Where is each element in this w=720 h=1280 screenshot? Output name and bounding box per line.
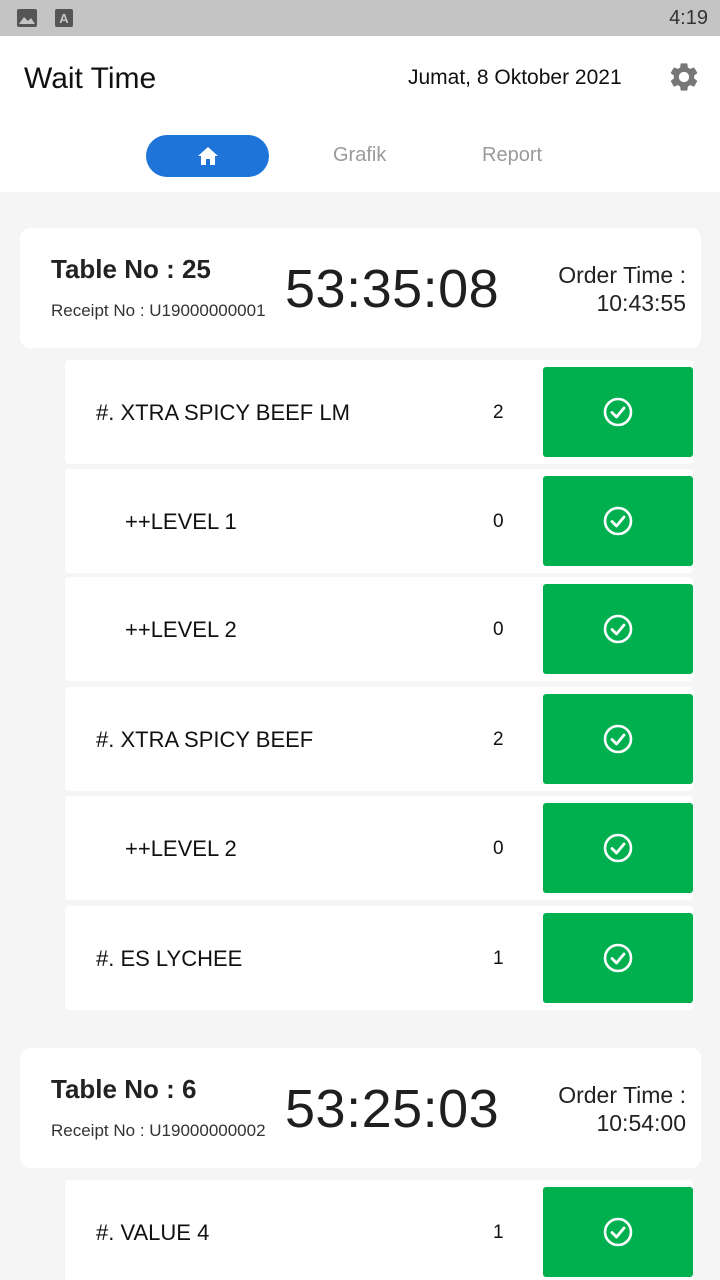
order-item-row: ++LEVEL 2 0	[65, 796, 693, 900]
page-title: Wait Time	[24, 62, 157, 95]
item-quantity: 0	[493, 619, 504, 640]
item-name: #. ES LYCHEE	[96, 946, 243, 971]
check-circle-icon	[603, 506, 633, 536]
order-time-label: Order Time :	[558, 1082, 686, 1108]
mark-done-button[interactable]	[543, 694, 693, 784]
mark-done-button[interactable]	[543, 584, 693, 674]
image-icon	[17, 9, 37, 27]
item-name: #. VALUE 4	[96, 1220, 210, 1245]
gear-icon[interactable]	[667, 60, 701, 94]
wait-timer: 53:25:03	[285, 1079, 500, 1139]
check-circle-icon	[603, 724, 633, 754]
order-item-row: ++LEVEL 2 0	[65, 577, 693, 681]
item-quantity: 2	[493, 729, 504, 750]
order-time-value: 10:54:00	[596, 1110, 686, 1136]
receipt-number: Receipt No : U19000000001	[51, 301, 266, 320]
tab-home[interactable]	[146, 135, 269, 177]
receipt-number: Receipt No : U19000000002	[51, 1121, 266, 1140]
mark-done-button[interactable]	[543, 367, 693, 457]
mark-done-button[interactable]	[543, 913, 693, 1003]
tab-grafik[interactable]: Grafik	[333, 144, 386, 167]
wait-timer: 53:35:08	[285, 259, 500, 319]
home-icon	[197, 147, 218, 165]
item-name: #. XTRA SPICY BEEF	[96, 727, 314, 752]
item-name: ++LEVEL 2	[125, 617, 237, 642]
mark-done-button[interactable]	[543, 476, 693, 566]
item-name: #. XTRA SPICY BEEF LM	[96, 400, 350, 425]
status-bar: A 4:19	[0, 0, 720, 36]
check-circle-icon	[603, 397, 633, 427]
mark-done-button[interactable]	[543, 1187, 693, 1277]
app-header: Wait Time Jumat, 8 Oktober 2021 Grafik R…	[0, 36, 720, 192]
tab-report[interactable]: Report	[482, 144, 542, 167]
item-quantity: 0	[493, 838, 504, 859]
status-time: 4:19	[669, 7, 708, 29]
order-time-value: 10:43:55	[596, 290, 686, 316]
check-circle-icon	[603, 943, 633, 973]
svg-text:A: A	[59, 11, 69, 26]
current-date: Jumat, 8 Oktober 2021	[408, 66, 622, 89]
order-item-row: #. XTRA SPICY BEEF 2	[65, 687, 693, 791]
order-item-row: #. XTRA SPICY BEEF LM 2	[65, 360, 693, 464]
order-item-row: #. ES LYCHEE 1	[65, 906, 693, 1010]
check-circle-icon	[603, 833, 633, 863]
order-card: Table No : 6 Receipt No : U19000000002 5…	[20, 1048, 701, 1168]
item-quantity: 2	[493, 402, 504, 423]
order-item-row: #. VALUE 4 1	[65, 1180, 693, 1280]
item-name: ++LEVEL 2	[125, 836, 237, 861]
item-name: ++LEVEL 1	[125, 509, 237, 534]
order-card: Table No : 25 Receipt No : U19000000001 …	[20, 228, 701, 348]
item-quantity: 0	[493, 511, 504, 532]
table-number: Table No : 25	[51, 254, 211, 284]
check-circle-icon	[603, 1217, 633, 1247]
font-icon: A	[55, 9, 73, 27]
item-quantity: 1	[493, 948, 504, 969]
item-quantity: 1	[493, 1222, 504, 1243]
check-circle-icon	[603, 614, 633, 644]
order-time-label: Order Time :	[558, 262, 686, 288]
table-number: Table No : 6	[51, 1074, 197, 1104]
mark-done-button[interactable]	[543, 803, 693, 893]
order-item-row: ++LEVEL 1 0	[65, 469, 693, 573]
